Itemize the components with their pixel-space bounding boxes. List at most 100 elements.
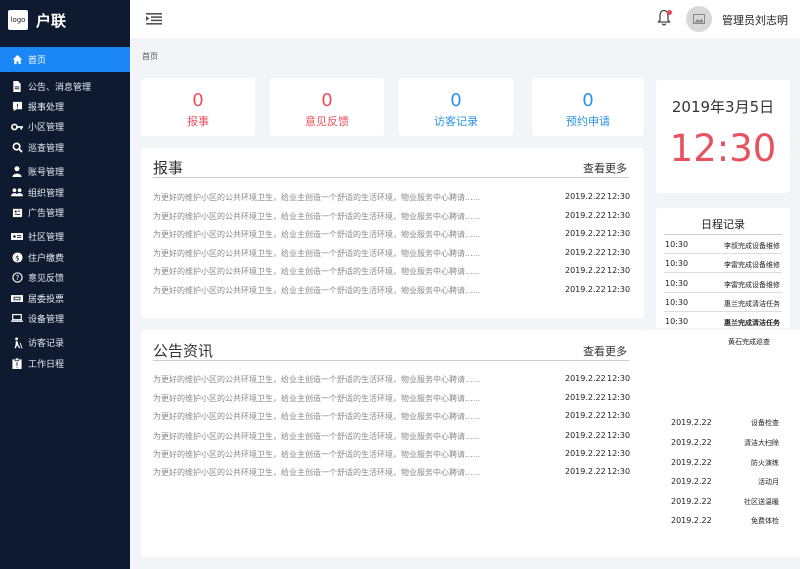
list-item[interactable]: 为更好的维护小区的公共环境卫生，给业主创造一个舒适的生活环境，物业服务中心聘请.… [153, 372, 631, 386]
stat-value: 0 [450, 90, 462, 111]
event-row[interactable]: 2019.2.22 设备检查 [671, 418, 779, 432]
item-time: 12:30 [607, 393, 631, 402]
stat-value: 0 [582, 90, 594, 111]
list-item[interactable]: 为更好的维护小区的公共环境卫生，给业主创造一个舒适的生活环境，物业服务中心聘请.… [153, 209, 631, 223]
list-item[interactable]: 为更好的维护小区的公共环境卫生，给业主创造一个舒适的生活环境，物业服务中心聘请.… [153, 447, 631, 461]
walker-icon [11, 337, 23, 349]
list-item[interactable]: 为更好的维护小区的公共环境卫生，给业主创造一个舒适的生活环境，物业服务中心聘请.… [153, 227, 631, 241]
sidebar-item-payments[interactable]: $ 住户缴费 [0, 247, 130, 267]
sidebar-item-label: 访客记录 [28, 339, 65, 350]
schedule-row[interactable]: 10:30 惠兰完成清洁任务 [664, 312, 782, 331]
sidebar-item-label: 巡查管理 [28, 143, 65, 154]
sidebar-item-visitors[interactable]: 访客记录 [0, 333, 130, 353]
list-item[interactable]: 为更好的维护小区的公共环境卫生，给业主创造一个舒适的生活环境，物业服务中心聘请.… [153, 283, 631, 297]
sidebar-item-label: 首页 [28, 56, 47, 66]
sidebar-item-reports[interactable]: 报事处理 [0, 96, 130, 116]
list-item[interactable]: 为更好的维护小区的公共环境卫生，给业主创造一个舒适的生活环境，物业服务中心聘请.… [153, 264, 631, 278]
item-text[interactable]: 为更好的维护小区的公共环境卫生，给业主创造一个舒适的生活环境，物业服务中心聘请.… [153, 467, 480, 478]
list-item[interactable]: 为更好的维护小区的公共环境卫生，给业主创造一个舒适的生活环境，物业服务中心聘请.… [153, 465, 631, 479]
sidebar-item-devices[interactable]: 设备管理 [0, 308, 130, 328]
stat-card-visitors[interactable]: 0 访客记录 [399, 78, 513, 136]
item-time: 12:30 [607, 374, 631, 383]
event-row[interactable]: 2019.2.22 活动月 [671, 477, 779, 491]
schedule-event: 惠兰完成清洁任务 [724, 319, 780, 327]
sidebar-item-accounts[interactable]: 账号管理 [0, 162, 130, 182]
sidebar-item-community[interactable]: 小区管理 [0, 117, 130, 137]
user-name[interactable]: 管理员刘志明 [722, 12, 788, 28]
user-icon [11, 166, 23, 178]
avatar[interactable] [686, 6, 712, 32]
sidebar-item-label: 报事处理 [28, 103, 65, 114]
breadcrumb[interactable]: 首页 [142, 51, 158, 62]
item-text[interactable]: 为更好的维护小区的公共环境卫生，给业主创造一个舒适的生活环境，物业服务中心聘请.… [153, 393, 480, 404]
schedule-event: 惠兰完成清洁任务 [724, 300, 780, 308]
clock-card: 2019年3月5日 12:30 [656, 80, 790, 193]
event-date: 2019.2.22 [671, 516, 712, 525]
item-text[interactable]: 为更好的维护小区的公共环境卫生，给业主创造一个舒适的生活环境，物业服务中心聘请.… [153, 374, 480, 385]
panel-header: 报事 查看更多 [153, 157, 629, 178]
event-row[interactable]: 2019.2.22 清洁大扫除 [671, 438, 779, 452]
menu-toggle-icon[interactable] [146, 11, 162, 25]
event-name: 活动月 [758, 478, 779, 486]
sidebar-item-organization[interactable]: 组织管理 [0, 182, 130, 202]
item-text[interactable]: 为更好的维护小区的公共环境卫生，给业主创造一个舒适的生活环境，物业服务中心聘请.… [153, 285, 480, 296]
schedule-row[interactable]: 10:30 李叔完成设备维修 [664, 235, 782, 254]
users-icon [11, 186, 23, 198]
item-text[interactable]: 为更好的维护小区的公共环境卫生，给业主创造一个舒适的生活环境，物业服务中心聘请.… [153, 449, 480, 460]
stat-label: 意见反馈 [305, 115, 349, 128]
item-text[interactable]: 为更好的维护小区的公共环境卫生，给业主创造一个舒适的生活环境，物业服务中心聘请.… [153, 192, 480, 203]
item-text[interactable]: 为更好的维护小区的公共环境卫生，给业主创造一个舒适的生活环境，物业服务中心聘请.… [153, 248, 480, 259]
schedule-event: 李雷完成设备维修 [724, 261, 780, 269]
list-item[interactable]: 为更好的维护小区的公共环境卫生，给业主创造一个舒适的生活环境，物业服务中心聘请.… [153, 429, 631, 443]
list-item[interactable]: 为更好的维护小区的公共环境卫生，给业主创造一个舒适的生活环境，物业服务中心聘请.… [153, 409, 631, 423]
schedule-row[interactable]: 10:30 李雷完成设备维修 [664, 274, 782, 293]
current-date: 2019年3月5日 [671, 98, 775, 116]
item-text[interactable]: 为更好的维护小区的公共环境卫生，给业主创造一个舒适的生活环境，物业服务中心聘请.… [153, 431, 480, 442]
view-more-link[interactable]: 查看更多 [583, 343, 627, 359]
view-more-link[interactable]: 查看更多 [583, 160, 627, 176]
item-text[interactable]: 为更好的维护小区的公共环境卫生，给业主创造一个舒适的生活环境，物业服务中心聘请.… [153, 229, 480, 240]
item-text[interactable]: 为更好的维护小区的公共环境卫生，给业主创造一个舒适的生活环境，物业服务中心聘请.… [153, 266, 480, 277]
event-name: 社区送温暖 [744, 498, 779, 506]
stat-card-reports[interactable]: 0 报事 [141, 78, 255, 136]
stat-card-appointments[interactable]: 0 预约申请 [532, 78, 644, 136]
sidebar-item-notices[interactable]: 公告、消息管理 [0, 76, 130, 96]
laptop-icon [11, 312, 23, 324]
panel-title: 报事 [153, 159, 184, 177]
list-item[interactable]: 为更好的维护小区的公共环境卫生，给业主创造一个舒适的生活环境，物业服务中心聘请.… [153, 190, 631, 204]
sidebar-item-home[interactable]: 首页 [0, 47, 130, 72]
sidebar-item-work-schedule[interactable]: 工作日程 [0, 353, 130, 373]
list-item[interactable]: 为更好的维护小区的公共环境卫生，给业主创造一个舒适的生活环境，物业服务中心聘请.… [153, 391, 631, 405]
sidebar-item-ads[interactable]: 广告管理 [0, 202, 130, 222]
sidebar-item-feedback[interactable]: ? 意见反馈 [0, 268, 130, 288]
item-time: 12:30 [607, 431, 631, 440]
question-icon: ? [11, 272, 23, 284]
event-row[interactable]: 2019.2.22 防火演练 [671, 458, 779, 472]
notification-dot [667, 10, 672, 15]
schedule-row[interactable]: 10:30 惠兰完成清洁任务 [664, 293, 782, 312]
document-icon [11, 80, 23, 92]
item-date: 2019.2.22 [565, 192, 606, 201]
home-icon [11, 54, 23, 66]
stat-card-feedback[interactable]: 0 意见反馈 [270, 78, 384, 136]
stat-label: 访客记录 [434, 115, 478, 128]
event-row[interactable]: 2019.2.22 社区送温暖 [671, 497, 779, 511]
sidebar-item-patrol[interactable]: 巡查管理 [0, 137, 130, 157]
item-text[interactable]: 为更好的维护小区的公共环境卫生，给业主创造一个舒适的生活环境，物业服务中心聘请.… [153, 211, 480, 222]
clipboard-icon [11, 357, 23, 369]
schedule-time: 10:30 [665, 317, 689, 326]
sidebar-item-voting[interactable]: 居委投票 [0, 288, 130, 308]
ticket-icon [11, 292, 23, 304]
reports-panel: 报事 查看更多 为更好的维护小区的公共环境卫生，给业主创造一个舒适的生活环境，物… [141, 148, 644, 318]
sidebar-item-community-mgmt[interactable]: 社区管理 [0, 227, 130, 247]
panel-header: 公告资讯 查看更多 [153, 340, 629, 361]
list-item[interactable]: 为更好的维护小区的公共环境卫生，给业主创造一个舒适的生活环境，物业服务中心聘请.… [153, 246, 631, 260]
sidebar-item-label: 意见反馈 [28, 274, 65, 285]
item-text[interactable]: 为更好的维护小区的公共环境卫生，给业主创造一个舒适的生活环境，物业服务中心聘请.… [153, 411, 480, 422]
item-date: 2019.2.22 [565, 211, 606, 220]
event-row[interactable]: 2019.2.22 免费体检 [671, 516, 779, 530]
item-time: 12:30 [607, 449, 631, 458]
schedule-event: 李叔完成设备维修 [724, 242, 780, 250]
schedule-row[interactable]: 10:30 李雷完成设备维修 [664, 254, 782, 273]
brand: logo 户联 [0, 0, 130, 40]
